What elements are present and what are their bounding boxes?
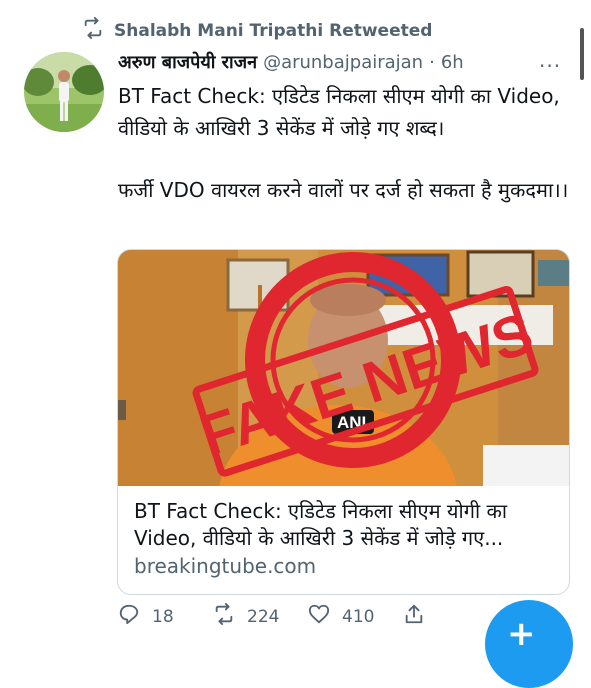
- heart-icon: [308, 603, 330, 630]
- header-separator: ·: [429, 51, 435, 73]
- compose-tweet-button[interactable]: +: [485, 600, 573, 688]
- link-card-title: BT Fact Check: एडिटेड निकला सीएम योगी का…: [134, 499, 508, 550]
- tweet-paragraph-1: BT Fact Check: एडिटेड निकला सीएम योगी का…: [118, 84, 560, 140]
- retweet-count: 224: [247, 606, 280, 627]
- retweet-button[interactable]: 224: [213, 603, 308, 630]
- tweet-header: अरुण बाजपेयी राजन @arunbajpairajan · 6h: [118, 50, 464, 74]
- compose-plus-icon: +: [507, 614, 536, 654]
- retweet-action-icon: [213, 603, 235, 630]
- link-card[interactable]: ANI FAKE NEWS BT Fact Check: एडिटेड निकल…: [117, 249, 570, 595]
- retweet-banner[interactable]: Shalabh Mani Tripathi Retweeted: [82, 17, 432, 44]
- tweet-time[interactable]: 6h: [441, 52, 464, 73]
- reply-icon: [118, 603, 140, 630]
- more-options-icon[interactable]: ···: [539, 54, 561, 78]
- link-card-domain: breakingtube.com: [134, 554, 317, 578]
- reply-count: 18: [152, 606, 174, 627]
- scrollbar[interactable]: [580, 28, 584, 80]
- retweet-banner-text: Shalabh Mani Tripathi Retweeted: [114, 20, 433, 41]
- like-button[interactable]: 410: [308, 603, 403, 630]
- reply-button[interactable]: 18: [118, 603, 213, 630]
- tweet-actions: 18 224 410: [118, 603, 498, 630]
- like-count: 410: [342, 606, 375, 627]
- retweet-icon: [82, 17, 104, 44]
- share-button[interactable]: [403, 603, 498, 630]
- tweet-paragraph-2: फर्जी VDO वायरल करने वालों पर दर्ज हो सक…: [118, 178, 569, 202]
- link-card-image: ANI FAKE NEWS: [118, 250, 569, 594]
- tweet-text: BT Fact Check: एडिटेड निकला सीएम योगी का…: [118, 80, 573, 206]
- share-icon: [403, 603, 425, 630]
- link-card-info: BT Fact Check: एडिटेड निकला सीएम योगी का…: [134, 498, 559, 578]
- avatar[interactable]: [24, 52, 104, 132]
- author-name[interactable]: अरुण बाजपेयी राजन: [118, 50, 257, 74]
- author-handle[interactable]: @arunbajpairajan: [263, 52, 423, 73]
